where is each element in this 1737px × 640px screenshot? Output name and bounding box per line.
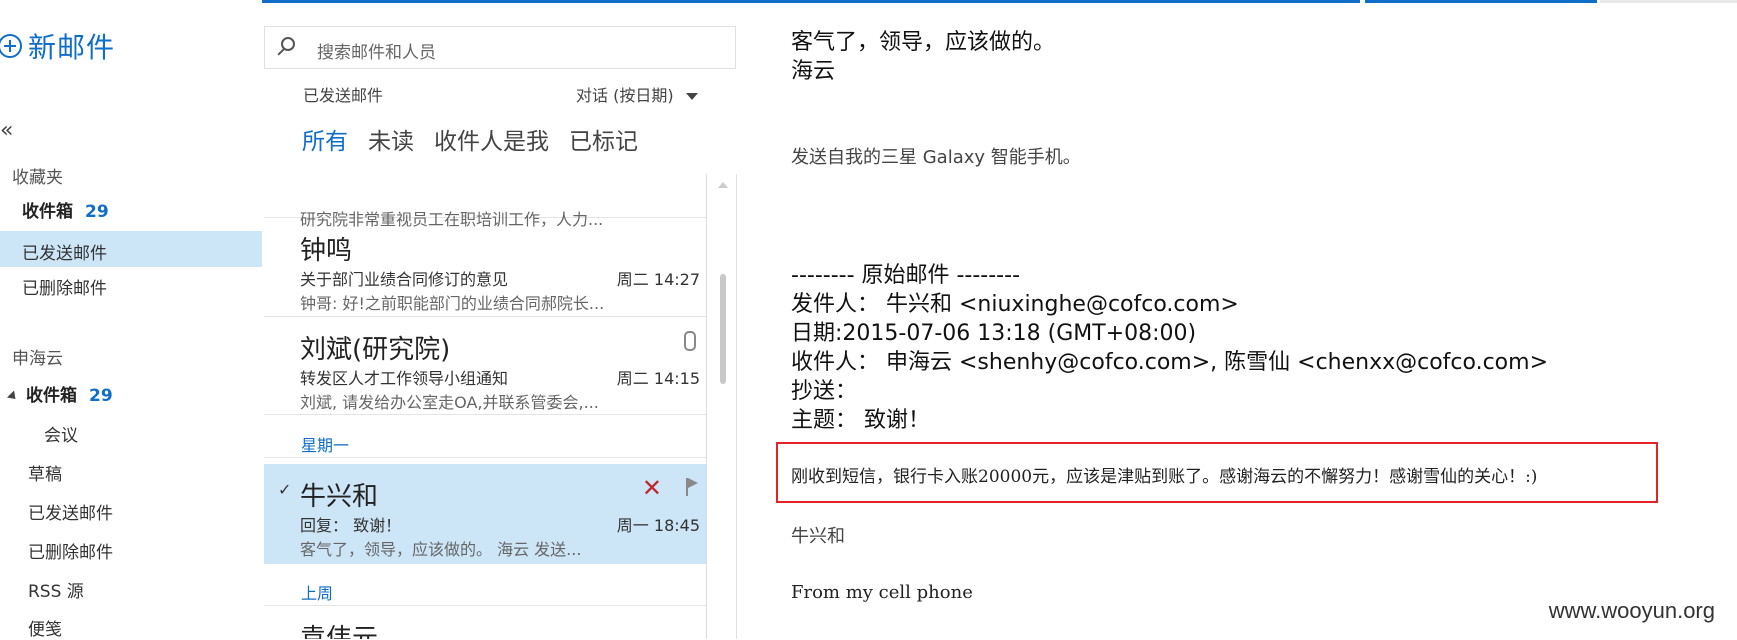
delete-icon[interactable]: ✕ [642,474,662,502]
checkmark-icon[interactable]: ✓ [278,480,291,499]
message-subject: 回复： 致谢！ [300,516,402,535]
sort-dropdown[interactable]: 对话 (按日期) [576,82,698,106]
list-item[interactable]: 钟鸣 关于部门业绩合同修订的意见 周二 14:27 钟哥: 好!之前职能部门的业… [264,218,706,317]
message-time: 周二 14:27 [616,270,700,289]
filter-tabs: 所有 未读 收件人是我 已标记 [302,122,638,156]
group-header[interactable]: 上周 [301,580,333,604]
search-icon[interactable] [281,37,295,51]
message-preview: 钟哥: 好!之前职能部门的业绩合同郝院长... [300,294,605,313]
favorite-deleted[interactable]: 已删除邮件 [22,274,107,299]
folder-rss[interactable]: RSS 源 [28,577,84,602]
folder-drafts[interactable]: 草稿 [28,460,62,485]
original-from: 发件人： 牛兴和 <niuxinghe@cofco.com> [791,292,1239,317]
message-time: 周一 18:45 [616,516,700,535]
search-placeholder: 搜索邮件和人员 [317,43,436,63]
flag-icon[interactable] [686,478,698,496]
folder-inbox[interactable]: 收件箱 29 [6,381,113,406]
filter-all[interactable]: 所有 [302,122,348,156]
divider [264,457,706,458]
watermark-text: www.wooyun.org [1548,598,1715,623]
search-box[interactable]: 搜索邮件和人员 [264,26,736,69]
account-header[interactable]: 申海云 [12,344,63,369]
folder-notes[interactable]: 便笺 [28,615,62,640]
message-sender: 刘斌(研究院) [300,335,451,365]
sent-from-line: 发送自我的三星 Galaxy 智能手机。 [791,147,1081,168]
favorite-inbox[interactable]: 收件箱 29 [22,197,109,222]
original-cc: 抄送： [791,379,858,404]
chevron-down-icon [685,93,698,100]
pane-divider [736,174,737,639]
list-item[interactable]: 刘斌(研究院) 转发区人才工作领导小组通知 周二 14:15 刘斌, 请发给办公… [264,317,706,415]
message-preview: 刘斌, 请发给办公室走OA,并联系管委会,... [300,393,599,412]
group-header[interactable]: 星期一 [301,432,349,456]
favorites-header[interactable]: 收藏夹 [12,163,63,188]
folder-pane: 新邮件 « 收藏夹 收件箱 29 已发送邮件 已删除邮件 申海云 收件箱 29 会议… [0,0,262,640]
folder-deleted[interactable]: 已删除邮件 [28,538,113,563]
reply-line-1: 客气了，领导，应该做的。 [791,30,1056,55]
message-subject: 转发区人才工作领导小组通知 [300,369,509,388]
message-subject: 关于部门业绩合同修订的意见 [300,270,509,289]
folder-inbox-label: 收件箱 [26,386,77,406]
original-date: 日期:2015-07-06 13:18 (GMT+08:00) [791,321,1197,346]
message-body: 刚收到短信，银行卡入账20000元，应该是津贴到账了。感谢海云的不懈努力！感谢雪… [791,467,1538,487]
original-to: 收件人： 申海云 <shenhy@cofco.com>, 陈雪仙 <chenxx… [791,350,1549,375]
folder-sent[interactable]: 已发送邮件 [28,499,113,524]
signature: 牛兴和 [791,526,845,547]
unread-count-badge: 29 [89,386,113,406]
filter-unread[interactable]: 未读 [368,122,414,156]
new-mail-label: 新邮件 [28,31,116,64]
list-item[interactable]: 袁伟元 [264,606,706,639]
folder-meetings[interactable]: 会议 [44,421,78,446]
filter-flagged[interactable]: 已标记 [569,122,638,156]
message-sender: 袁伟元 [300,624,379,639]
list-scrollbar[interactable] [718,174,728,639]
unread-count-badge: 29 [85,202,109,222]
filter-to-me[interactable]: 收件人是我 [434,122,549,156]
new-mail-button[interactable]: 新邮件 [0,26,115,66]
message-list: 研究院非常重视员工在职培训工作，人力... 钟鸣 关于部门业绩合同修订的意见 周… [264,174,707,639]
message-preview: 客气了，领导，应该做的。 海云 发送... [300,540,582,559]
list-item[interactable]: 研究院非常重视员工在职培训工作，人力... [264,174,706,229]
favorite-inbox-label: 收件箱 [22,202,73,222]
paperclip-icon [684,331,696,351]
scroll-thumb[interactable] [720,274,726,384]
message-sender: 牛兴和 [300,482,379,512]
sort-label: 对话 (按日期) [576,86,674,105]
expand-arrow-icon[interactable] [6,389,20,403]
original-subject: 主题： 致谢！ [791,408,930,433]
collapse-pane-icon[interactable]: « [0,118,13,143]
footer-line: From my cell phone [791,582,973,603]
list-folder-title: 已发送邮件 [303,86,384,105]
reply-line-2: 海云 [791,59,836,84]
scroll-up-icon[interactable] [718,182,728,188]
message-sender: 钟鸣 [300,236,353,266]
plus-circle-icon [0,34,22,58]
original-message-header: -------- 原始邮件 -------- [791,263,1021,288]
list-item[interactable]: ✓ 牛兴和 ✕ 回复： 致谢！ 周一 18:45 客气了，领导，应该做的。 海云… [264,464,706,564]
reading-pane: 客气了，领导，应该做的。 海云 发送自我的三星 Galaxy 智能手机。 ---… [776,0,1737,639]
favorite-sent[interactable]: 已发送邮件 [22,239,107,264]
message-time: 周二 14:15 [616,369,700,388]
